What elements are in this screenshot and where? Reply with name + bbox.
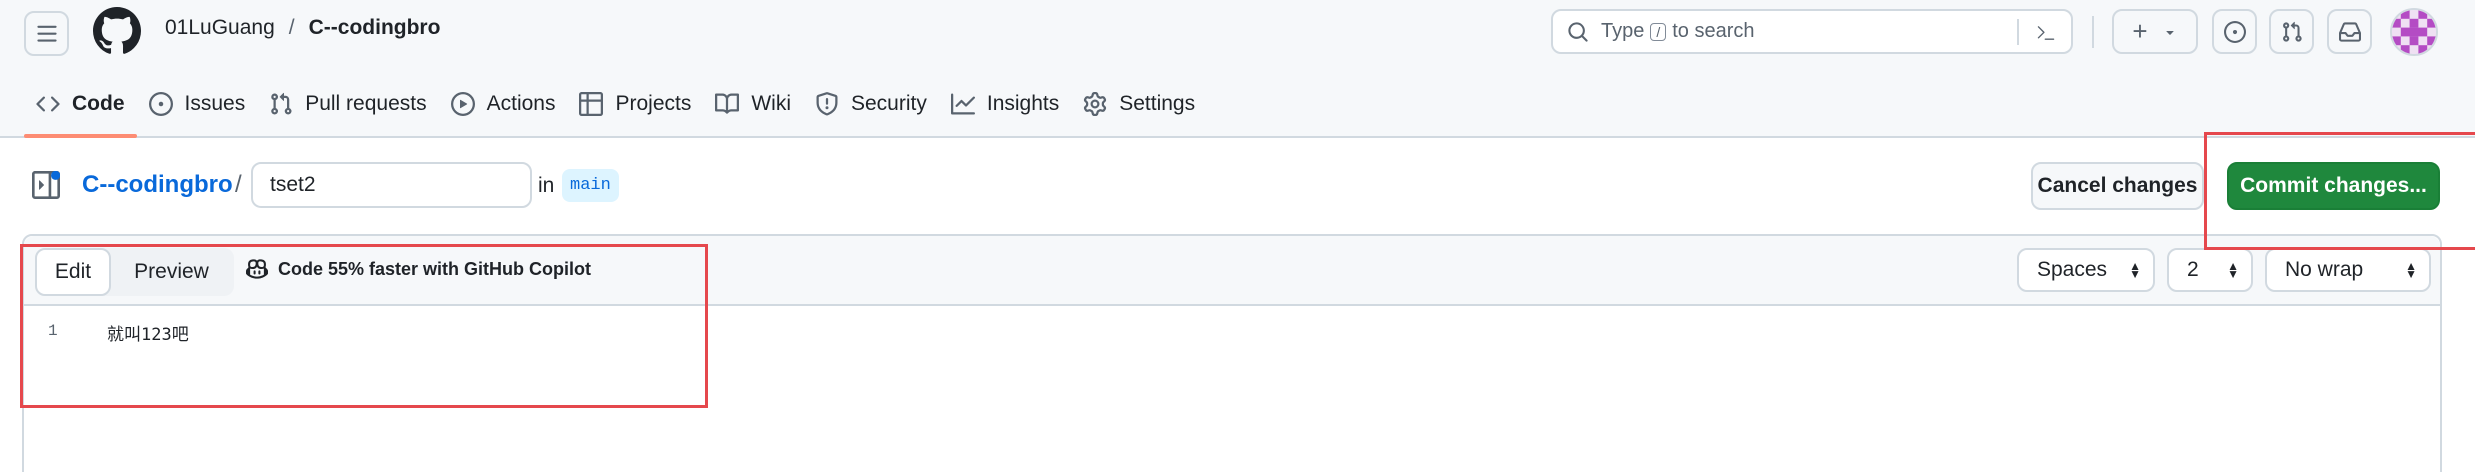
tab-projects[interactable]: Projects — [567, 84, 703, 124]
hamburger-icon — [36, 25, 57, 42]
tab-pull-requests-label: Pull requests — [305, 92, 427, 115]
indent-size-select[interactable]: 2 ▲ ▼ — [2167, 248, 2253, 292]
breadcrumb-repo-link[interactable]: C--codingbro — [82, 171, 233, 199]
owner-link[interactable]: 01LuGuang — [165, 16, 275, 40]
your-issues-button[interactable] — [2212, 9, 2257, 54]
repo-link[interactable]: C--codingbro — [309, 16, 441, 40]
tab-actions-label: Actions — [486, 92, 556, 115]
your-pull-requests-button[interactable] — [2269, 9, 2314, 54]
tab-code[interactable]: Code — [24, 84, 137, 138]
triangle-down-icon — [2165, 30, 2174, 35]
table-icon — [579, 92, 604, 116]
issue-opened-icon — [2223, 20, 2246, 43]
branch-name-badge: main — [562, 169, 619, 202]
search-divider — [2017, 19, 2019, 45]
indent-mode-select[interactable]: Spaces ▲ ▼ — [2017, 248, 2155, 292]
tab-issues[interactable]: Issues — [137, 84, 258, 124]
pull-request-icon — [271, 92, 292, 115]
book-icon — [715, 93, 740, 114]
search-prefix: Type — [1601, 20, 1645, 42]
tab-projects-label: Projects — [615, 92, 692, 115]
gear-icon — [1084, 92, 1107, 116]
tab-pull-requests[interactable]: Pull requests — [257, 84, 438, 124]
line-wrap-value: No wrap — [2285, 258, 2364, 281]
path-separator: / — [288, 16, 295, 39]
annotation-highlight-commit — [2204, 132, 2475, 250]
sidebar-expand-icon[interactable] — [32, 171, 60, 199]
tab-settings[interactable]: Settings — [1071, 84, 1207, 124]
tab-wiki[interactable]: Wiki — [703, 84, 803, 124]
github-logo-icon[interactable] — [93, 7, 141, 55]
select-arrows-icon: ▲ ▼ — [2227, 259, 2239, 281]
tab-code-label: Code — [72, 92, 125, 115]
indent-mode-value: Spaces — [2037, 258, 2108, 281]
shield-icon — [816, 92, 838, 116]
command-palette-icon[interactable] — [2035, 22, 2057, 44]
filename-input[interactable] — [251, 162, 532, 208]
identicon-icon — [2392, 10, 2436, 54]
search-input[interactable]: Type / to search — [1551, 9, 2073, 54]
tab-insights[interactable]: Insights — [939, 84, 1071, 124]
tab-insights-label: Insights — [986, 92, 1060, 115]
repo-nav: Code Issues Pull requests Actions Projec… — [24, 84, 1207, 138]
tab-security[interactable]: Security — [803, 84, 939, 124]
menu-button[interactable] — [24, 11, 69, 56]
code-icon — [36, 96, 60, 112]
git-pull-request-icon — [2282, 21, 2302, 42]
select-arrows-icon: ▲ ▼ — [2405, 259, 2417, 281]
search-shortcut-key: / — [1650, 22, 1667, 41]
repo-path: 01LuGuang / C--codingbro — [165, 16, 440, 40]
tab-issues-label: Issues — [184, 92, 246, 115]
search-placeholder: Type / to search — [1601, 20, 1755, 43]
search-suffix: to search — [1672, 20, 1755, 42]
plus-icon: + — [2132, 16, 2148, 46]
inbox-icon — [2338, 21, 2361, 42]
graph-icon — [950, 93, 975, 115]
global-header: 01LuGuang / C--codingbro Type / to searc… — [0, 0, 2475, 138]
header-divider — [2092, 16, 2094, 48]
tab-actions[interactable]: Actions — [439, 84, 568, 124]
avatar[interactable] — [2390, 8, 2438, 56]
notifications-button[interactable] — [2327, 9, 2372, 54]
in-label: in — [538, 174, 555, 197]
breadcrumb-separator: / — [235, 171, 242, 198]
search-icon — [1568, 21, 1588, 42]
create-new-button[interactable]: + — [2112, 9, 2198, 54]
tab-wiki-label: Wiki — [751, 92, 791, 115]
annotation-highlight-editor — [20, 244, 708, 408]
tab-security-label: Security — [851, 92, 927, 115]
line-wrap-select[interactable]: No wrap ▲ ▼ — [2265, 248, 2431, 292]
issue-icon — [148, 92, 173, 116]
tab-settings-label: Settings — [1119, 92, 1196, 115]
play-icon — [450, 92, 475, 116]
indent-size-value: 2 — [2187, 258, 2199, 281]
cancel-changes-button[interactable]: Cancel changes — [2031, 162, 2204, 210]
select-arrows-icon: ▲ ▼ — [2129, 259, 2141, 281]
